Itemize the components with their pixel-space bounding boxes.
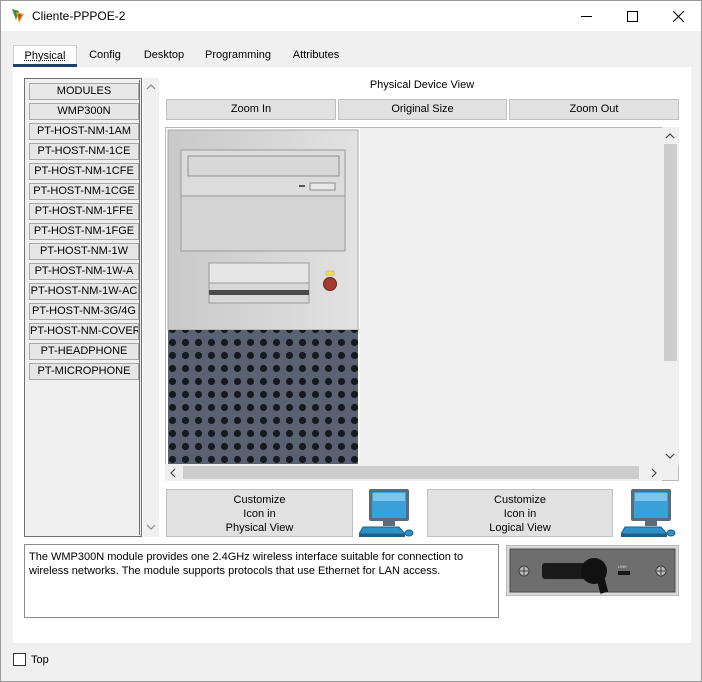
close-button[interactable]	[655, 1, 701, 31]
customize-physical-line3: Physical View	[225, 522, 294, 534]
tab-programming-label: Programming	[204, 49, 272, 61]
module-link-label: LINK	[618, 564, 627, 569]
module-item[interactable]: PT-HEADPHONE	[29, 343, 139, 360]
module-item[interactable]: PT-HOST-NM-1W	[29, 243, 139, 260]
tab-config-label: Config	[89, 49, 121, 61]
tab-attributes[interactable]: Attributes	[285, 45, 347, 67]
module-item[interactable]: PT-MICROPHONE	[29, 363, 139, 380]
tab-physical-label: Physical	[24, 50, 66, 62]
module-description: The WMP300N module provides one 2.4GHz w…	[24, 544, 499, 618]
customize-logical-icon-button[interactable]: Customize Icon in Logical View	[427, 489, 613, 537]
close-icon	[672, 10, 684, 22]
module-item[interactable]: PT-HOST-NM-1FGE	[29, 223, 139, 240]
maximize-button[interactable]	[609, 1, 655, 31]
title-bar[interactable]: Cliente-PPPOE-2	[1, 1, 701, 31]
physical-device-view-title: Physical Device View	[369, 79, 475, 91]
customize-logical-line1: Customize	[494, 494, 546, 506]
module-item[interactable]: PT-HOST-NM-COVER	[29, 323, 139, 340]
pc-tower-image	[166, 128, 360, 466]
modules-scrollbar[interactable]	[143, 78, 159, 537]
scroll-left-icon[interactable]	[170, 468, 176, 478]
module-item[interactable]: PT-HOST-NM-1W-AC	[29, 283, 139, 300]
customize-physical-line1: Customize	[233, 494, 286, 506]
modules-list[interactable]: MODULES WMP300N PT-HOST-NM-1AM PT-HOST-N…	[24, 78, 142, 537]
wmp300n-module-image: LINK	[506, 545, 679, 596]
customize-logical-line3: Logical View	[489, 522, 551, 534]
scroll-down-icon[interactable]	[665, 453, 675, 459]
physical-device-viewport[interactable]	[165, 127, 679, 481]
module-item[interactable]: PT-HOST-NM-3G/4G	[29, 303, 139, 320]
module-item[interactable]: PT-HOST-NM-1W-A	[29, 263, 139, 280]
tab-attributes-label: Attributes	[292, 49, 340, 61]
top-checkbox[interactable]	[13, 653, 26, 666]
module-item[interactable]: PT-HOST-NM-1CFE	[29, 163, 139, 180]
viewport-horizontal-scroll-thumb[interactable]	[183, 466, 639, 479]
scroll-right-icon[interactable]	[651, 468, 657, 478]
top-checkbox-label: Top	[31, 654, 49, 666]
minimize-button[interactable]	[563, 1, 609, 31]
zoom-in-button[interactable]: Zoom In	[166, 99, 336, 120]
module-item[interactable]: WMP300N	[29, 103, 139, 120]
customize-physical-line2: Icon in	[243, 508, 276, 520]
modules-list-inner: MODULES WMP300N PT-HOST-NM-1AM PT-HOST-N…	[26, 80, 140, 535]
customize-logical-line2: Icon in	[503, 508, 537, 520]
maximize-icon	[626, 10, 638, 22]
minimize-icon	[580, 15, 592, 17]
scroll-up-icon[interactable]	[665, 133, 675, 139]
pc-physical-icon	[359, 489, 414, 537]
tab-desktop-label: Desktop	[143, 49, 185, 61]
scroll-down-icon[interactable]	[146, 524, 156, 530]
device-window: Cliente-PPPOE-2 Physical Config Desktop …	[0, 0, 702, 682]
viewport-vertical-scroll-thumb[interactable]	[664, 144, 677, 361]
modules-header: MODULES	[29, 83, 139, 100]
customize-physical-icon-button[interactable]: Customize Icon in Physical View	[166, 489, 353, 537]
module-item[interactable]: PT-HOST-NM-1CGE	[29, 183, 139, 200]
scroll-up-icon[interactable]	[146, 84, 156, 90]
module-item[interactable]: PT-HOST-NM-1CE	[29, 143, 139, 160]
pc-logical-icon	[621, 489, 676, 537]
zoom-out-button[interactable]: Zoom Out	[509, 99, 679, 120]
window-title: Cliente-PPPOE-2	[32, 9, 126, 23]
packet-tracer-app-icon	[12, 9, 24, 23]
module-item[interactable]: PT-HOST-NM-1AM	[29, 123, 139, 140]
tab-programming[interactable]: Programming	[199, 45, 277, 67]
tab-desktop[interactable]: Desktop	[137, 45, 191, 67]
module-item[interactable]: PT-HOST-NM-1FFE	[29, 203, 139, 220]
original-size-button[interactable]: Original Size	[338, 99, 507, 120]
tab-config[interactable]: Config	[81, 45, 129, 67]
